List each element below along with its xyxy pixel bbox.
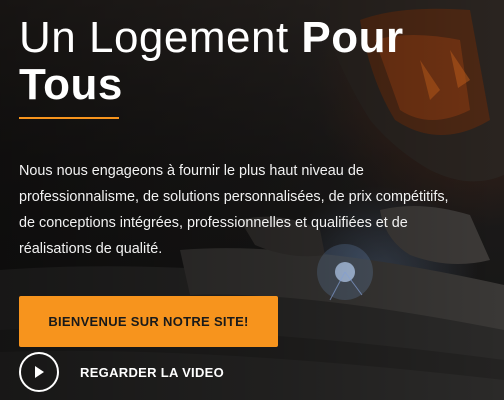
watch-video-label: REGARDER LA VIDEO	[80, 364, 225, 380]
title-underline	[19, 117, 119, 119]
hero-title-bold-line1: Pour	[301, 13, 404, 62]
welcome-cta-button[interactable]: BIENVENUE SUR NOTRE SITE!	[19, 296, 278, 347]
play-icon	[35, 366, 44, 378]
play-button[interactable]	[19, 352, 59, 392]
hero-title: Un Logement Pour Tous	[19, 14, 459, 108]
watch-video-link[interactable]: REGARDER LA VIDEO	[19, 351, 224, 393]
hero-title-bold-line2: Tous	[19, 60, 123, 109]
hero-title-regular: Un Logement	[19, 13, 302, 62]
hero-description: Nous nous engageons à fournir le plus ha…	[19, 163, 449, 257]
